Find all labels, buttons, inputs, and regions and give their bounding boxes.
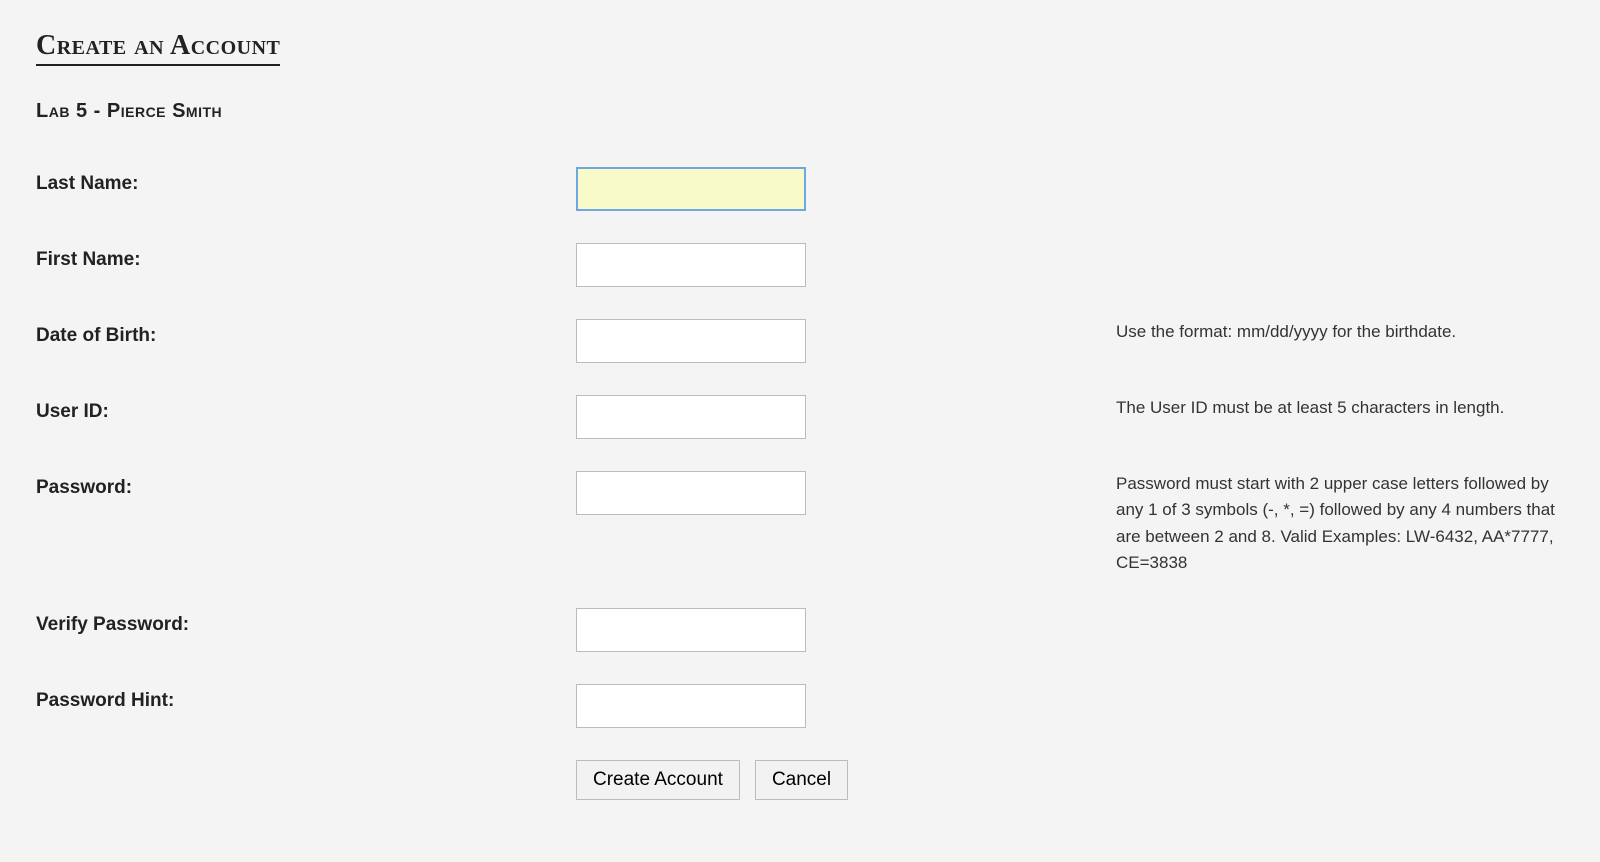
password-hint-label: Password Hint: [36,684,576,760]
dob-hint: Use the format: mm/dd/yyyy for the birth… [1116,319,1564,395]
button-row: Create Account Cancel [36,760,1564,832]
password-hint-row: Password Hint: [36,684,1564,760]
cancel-button[interactable]: Cancel [755,760,848,800]
password-input[interactable] [576,471,806,515]
last-name-input[interactable] [576,167,806,211]
page-title: Create an Account [36,30,280,66]
create-account-button[interactable]: Create Account [576,760,740,800]
verify-password-hint [1116,608,1564,684]
dob-input[interactable] [576,319,806,363]
verify-password-row: Verify Password: [36,608,1564,684]
password-label: Password: [36,471,576,608]
last-name-hint [1116,167,1564,243]
first-name-row: First Name: [36,243,1564,319]
password-hint-hint [1116,684,1564,760]
user-id-hint: The User ID must be at least 5 character… [1116,395,1564,471]
user-id-input[interactable] [576,395,806,439]
password-row: Password: Password must start with 2 upp… [36,471,1564,608]
dob-row: Date of Birth: Use the format: mm/dd/yyy… [36,319,1564,395]
first-name-hint [1116,243,1564,319]
account-form: Last Name: First Name: Date of Birth: Us… [36,167,1564,832]
user-id-label: User ID: [36,395,576,471]
dob-label: Date of Birth: [36,319,576,395]
password-hint-input[interactable] [576,684,806,728]
last-name-label: Last Name: [36,167,576,243]
first-name-input[interactable] [576,243,806,287]
first-name-label: First Name: [36,243,576,319]
verify-password-label: Verify Password: [36,608,576,684]
password-hint: Password must start with 2 upper case le… [1116,471,1564,608]
user-id-row: User ID: The User ID must be at least 5 … [36,395,1564,471]
last-name-row: Last Name: [36,167,1564,243]
verify-password-input[interactable] [576,608,806,652]
sub-title: Lab 5 - Pierce Smith [36,100,1564,123]
